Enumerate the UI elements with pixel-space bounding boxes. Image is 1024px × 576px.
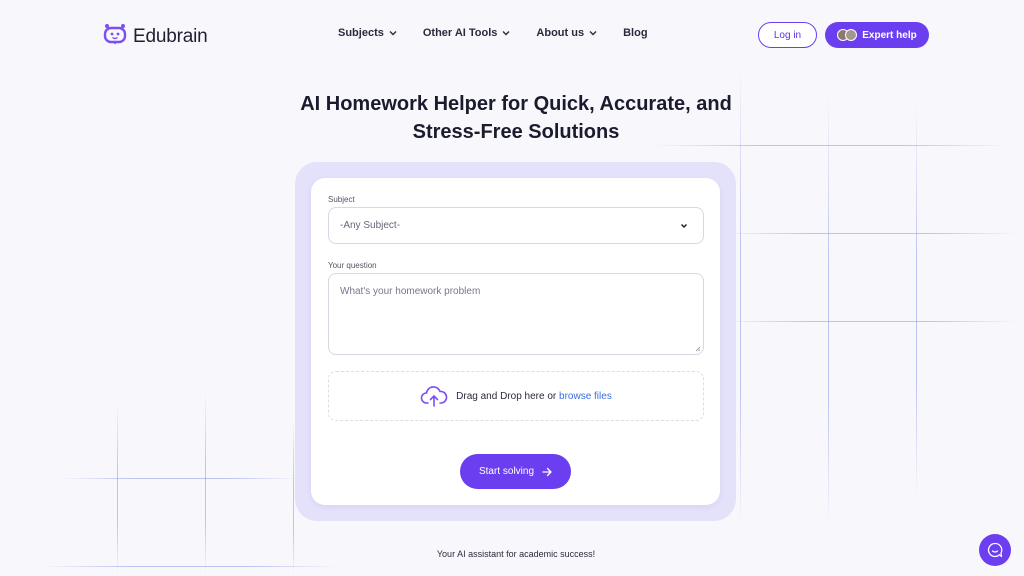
question-label: Your question [328, 261, 377, 270]
page-title: AI Homework Helper for Quick, Accurate, … [0, 90, 1024, 146]
subject-select-value: -Any Subject- [340, 220, 401, 231]
nav-subjects-label: Subjects [338, 27, 384, 39]
nav-about-us[interactable]: About us [536, 27, 597, 39]
subject-label: Subject [328, 195, 355, 204]
expert-help-button[interactable]: Expert help [825, 22, 929, 48]
brand-name: Edubrain [133, 25, 208, 47]
title-line-1: AI Homework Helper for Quick, Accurate, … [300, 93, 732, 115]
expert-avatars [837, 29, 858, 41]
nav-other-ai-tools-label: Other AI Tools [422, 27, 498, 39]
nav-subjects[interactable]: Subjects [338, 27, 397, 39]
chat-button[interactable] [979, 534, 1011, 566]
resize-handle-icon[interactable] [695, 346, 701, 352]
browse-files-link[interactable]: browse files [559, 391, 612, 402]
file-drop-zone[interactable]: Drag and Drop here or browse files [328, 371, 704, 421]
question-input[interactable]: What's your homework problem [328, 273, 704, 355]
question-placeholder: What's your homework problem [340, 286, 481, 297]
nav-blog-label: Blog [623, 27, 648, 39]
title-line-2: Stress-Free Solutions [412, 121, 620, 143]
tagline: Your AI assistant for academic success! [436, 549, 596, 559]
edubrain-logo-icon [103, 23, 127, 50]
nav-about-us-label: About us [536, 27, 585, 39]
chevron-down-icon [502, 31, 510, 36]
main-nav: Subjects Other AI Tools About us Blog [338, 27, 674, 39]
subject-select[interactable]: -Any Subject- [328, 207, 704, 244]
arrow-right-icon [542, 467, 552, 476]
chevron-down-icon [589, 31, 597, 36]
chevron-down-icon [389, 31, 397, 36]
top-navigation: Edubrain Subjects Other AI Tools About u… [0, 0, 1024, 70]
drop-zone-text: Drag and Drop here or browse files [456, 390, 612, 402]
login-button[interactable]: Log in [758, 22, 817, 48]
start-solving-label: Start solving [478, 466, 535, 477]
chat-icon [987, 542, 1003, 558]
expert-help-label: Expert help [862, 29, 917, 41]
nav-other-ai-tools[interactable]: Other AI Tools [423, 27, 511, 39]
start-solving-button[interactable]: Start solving [460, 454, 571, 489]
cloud-upload-icon [420, 386, 448, 407]
brand-logo[interactable]: Edubrain [103, 23, 208, 50]
chevron-down-icon [680, 223, 688, 229]
nav-blog[interactable]: Blog [623, 27, 647, 39]
